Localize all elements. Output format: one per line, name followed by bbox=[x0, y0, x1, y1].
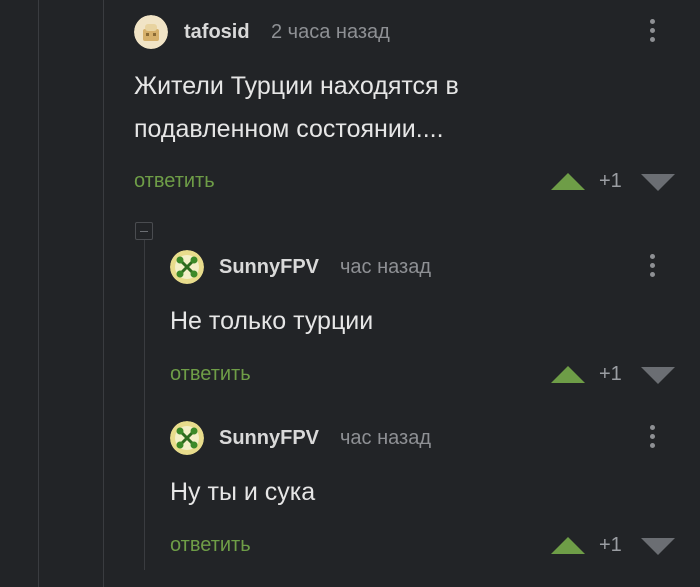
comment-text-line2: подавленном состоянии.... bbox=[134, 115, 444, 143]
comment-author[interactable]: SunnyFPV bbox=[219, 256, 319, 279]
avatar-sunnyfpv[interactable] bbox=[170, 250, 204, 284]
comment-text: Не только турции bbox=[170, 307, 374, 335]
comment-timestamp: час назад bbox=[340, 256, 432, 278]
avatar-sunnyfpv[interactable] bbox=[170, 421, 204, 455]
collapse-icon[interactable] bbox=[135, 222, 153, 240]
comment-text-line1: Жители Турции находятся в bbox=[134, 72, 459, 100]
comment-score: +1 bbox=[599, 534, 622, 556]
avatar-tafosid[interactable] bbox=[134, 15, 168, 49]
avatar-tafosid-image bbox=[134, 15, 168, 49]
upvote-icon[interactable] bbox=[551, 173, 585, 190]
thread-line-root bbox=[103, 0, 104, 587]
comment-text: Ну ты и сука bbox=[170, 478, 316, 506]
reply-button[interactable]: ответить bbox=[134, 170, 215, 193]
upvote-icon[interactable] bbox=[551, 366, 585, 383]
avatar-sunnyfpv-image bbox=[170, 421, 204, 455]
thread-line-outer bbox=[38, 0, 39, 587]
comment-score: +1 bbox=[599, 170, 622, 192]
thread-line-nested bbox=[144, 240, 145, 570]
comment-timestamp: час назад bbox=[340, 427, 432, 449]
comment-author[interactable]: tafosid bbox=[184, 21, 250, 44]
upvote-icon[interactable] bbox=[551, 537, 585, 554]
comment-timestamp: 2 часа назад bbox=[271, 21, 390, 43]
kebab-menu-icon[interactable] bbox=[648, 19, 656, 49]
reply-button[interactable]: ответить bbox=[170, 363, 251, 386]
comment-score: +1 bbox=[599, 363, 622, 385]
downvote-icon[interactable] bbox=[641, 174, 675, 191]
comment-author[interactable]: SunnyFPV bbox=[219, 427, 319, 450]
avatar-sunnyfpv-image bbox=[170, 250, 204, 284]
downvote-icon[interactable] bbox=[641, 538, 675, 555]
reply-button[interactable]: ответить bbox=[170, 534, 251, 557]
kebab-menu-icon[interactable] bbox=[648, 254, 656, 284]
downvote-icon[interactable] bbox=[641, 367, 675, 384]
kebab-menu-icon[interactable] bbox=[648, 425, 656, 455]
